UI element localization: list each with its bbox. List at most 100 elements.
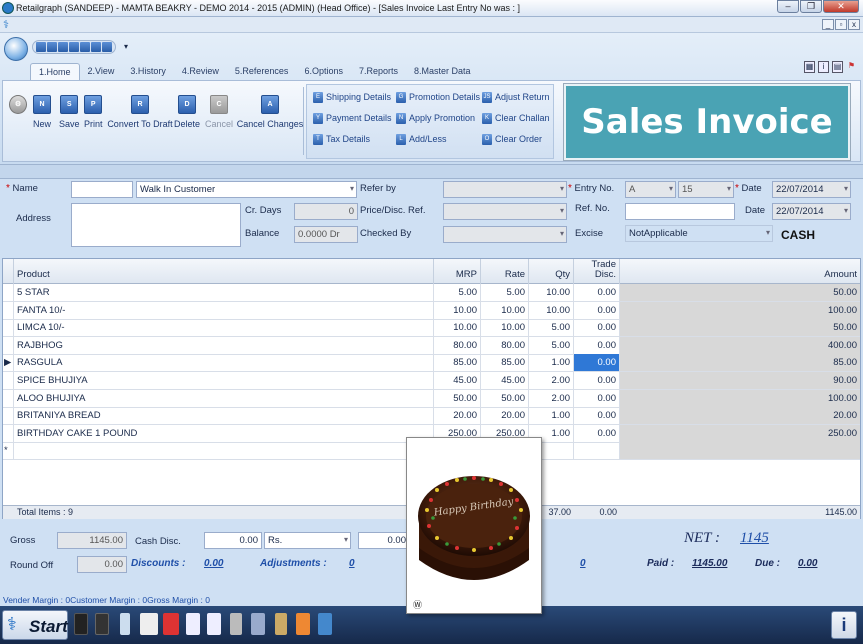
app-menu-orb[interactable] [4, 37, 28, 61]
cell-product[interactable]: SPICE BHUJIYA [14, 372, 434, 389]
cell-mrp[interactable]: 10.00 [434, 319, 481, 337]
save-button[interactable]: S Save [59, 95, 80, 139]
cell-amount[interactable]: 50.00 [620, 319, 860, 337]
delete-button[interactable]: D Delete [174, 95, 200, 139]
table-row[interactable]: ▶ RASGULA 85.00 85.00 1.00 0.00 85.00 [3, 354, 860, 373]
add-less-button[interactable]: L Add/Less [396, 132, 447, 146]
tab-references[interactable]: 5.References [227, 63, 297, 80]
cell-disc[interactable]: 0.00 [574, 407, 620, 425]
cell-product[interactable]: RASGULA [14, 354, 434, 372]
checked-by-combo[interactable] [443, 226, 567, 243]
table-row[interactable]: FANTA 10/- 10.00 10.00 10.00 0.00 100.00 [3, 301, 860, 320]
tab-master-data[interactable]: 8.Master Data [406, 63, 479, 80]
phone-icon[interactable] [95, 613, 109, 635]
cell-amount[interactable] [620, 442, 860, 460]
cell-rate[interactable]: 50.00 [481, 389, 529, 407]
cell-disc[interactable]: 0.00 [574, 336, 620, 354]
qat-dropdown-icon[interactable]: ▾ [124, 42, 128, 51]
cell-product[interactable]: BIRTHDAY CAKE 1 POUND [14, 424, 434, 442]
tab-options[interactable]: 6.Options [296, 63, 351, 80]
promotion-details-button[interactable]: G Promotion Details [396, 90, 480, 104]
report-icon[interactable] [163, 613, 179, 635]
cell-rate[interactable]: 20.00 [481, 407, 529, 425]
excise-combo[interactable]: NotApplicable [625, 225, 773, 242]
table-row[interactable]: 5 STAR 5.00 5.00 10.00 0.00 50.00 [3, 284, 860, 302]
cell-qty[interactable]: 2.00 [529, 372, 574, 389]
tab-reports[interactable]: 7.Reports [351, 63, 406, 80]
cell-mrp[interactable]: 20.00 [434, 407, 481, 425]
address-textarea[interactable] [71, 203, 241, 247]
document-re-icon[interactable] [186, 613, 200, 635]
col-mrp[interactable]: MRP [434, 259, 481, 284]
cell-qty[interactable]: 1.00 [529, 354, 574, 372]
cell-amount[interactable]: 85.00 [620, 354, 860, 372]
print-button[interactable]: P Print [84, 95, 103, 139]
cell-rate[interactable]: 80.00 [481, 336, 529, 354]
row-selector[interactable]: ▶ [3, 354, 14, 372]
round-off-input[interactable]: 0.00 [77, 556, 127, 573]
cell-mrp[interactable]: 10.00 [434, 301, 481, 319]
cell-rate[interactable]: 10.00 [481, 319, 529, 337]
bag-icon[interactable] [275, 613, 287, 635]
cell-disc[interactable]: 0.00 [574, 372, 620, 389]
qat-button[interactable] [58, 42, 68, 52]
cell-disc[interactable]: 0.00 [574, 389, 620, 407]
table-row[interactable]: RAJBHOG 80.00 80.00 5.00 0.00 400.00 [3, 336, 860, 355]
row-selector[interactable] [3, 336, 14, 354]
tab-home[interactable]: 1.Home [30, 63, 80, 80]
cell-mrp[interactable]: 45.00 [434, 372, 481, 389]
cancel-button[interactable]: C Cancel [205, 95, 233, 139]
mobile-app-icon[interactable] [74, 613, 88, 635]
refer-by-combo[interactable] [443, 181, 567, 198]
row-selector[interactable] [3, 407, 14, 425]
cancel-changes-button[interactable]: A Cancel Changes [237, 95, 303, 139]
table-row[interactable]: LIMCA 10/- 10.00 10.00 5.00 0.00 50.00 [3, 319, 860, 338]
printer-icon[interactable] [140, 613, 158, 635]
note-icon[interactable]: ▤ [832, 61, 843, 73]
minimize-button[interactable]: – [777, 0, 799, 13]
cell-product[interactable]: LIMCA 10/- [14, 319, 434, 337]
cell-disc[interactable]: 0.00 [574, 319, 620, 337]
row-selector[interactable] [3, 424, 14, 442]
mdi-restore-button[interactable]: ▫ [835, 19, 847, 30]
row-selector[interactable] [3, 301, 14, 319]
qat-button[interactable] [91, 42, 101, 52]
cell-product[interactable]: FANTA 10/- [14, 301, 434, 319]
row-selector[interactable] [3, 284, 14, 301]
cell-mrp[interactable]: 85.00 [434, 354, 481, 372]
shipping-details-button[interactable]: E Shipping Details [313, 90, 391, 104]
price-disc-combo[interactable] [443, 203, 567, 220]
paid-value[interactable]: 1145.00 [692, 558, 727, 569]
cell-qty[interactable]: 10.00 [529, 301, 574, 319]
date2-picker[interactable]: 22/07/2014 [772, 203, 851, 220]
cell-product[interactable]: RAJBHOG [14, 336, 434, 354]
entry-series-combo[interactable]: A [625, 181, 676, 198]
calculator-icon[interactable]: ▦ [804, 61, 815, 73]
row-selector[interactable] [3, 389, 14, 407]
tab-history[interactable]: 3.History [122, 63, 174, 80]
cell-amount[interactable]: 90.00 [620, 372, 860, 389]
document-pe-icon[interactable] [207, 613, 221, 635]
mdi-close-button[interactable]: x [848, 19, 860, 30]
clear-order-button[interactable]: O Clear Order [482, 132, 542, 146]
convert-to-draft-button[interactable]: R Convert To Draft [107, 95, 173, 139]
col-qty[interactable]: Qty [529, 259, 574, 284]
tab-review[interactable]: 4.Review [174, 63, 227, 80]
cell-mrp[interactable]: 80.00 [434, 336, 481, 354]
cell-amount[interactable]: 50.00 [620, 284, 860, 301]
date-picker[interactable]: 22/07/2014 [772, 181, 851, 198]
row-selector[interactable] [3, 372, 14, 389]
cash-disc-input[interactable]: 0.00 [204, 532, 262, 549]
qat-button[interactable] [102, 42, 112, 52]
cell-product[interactable]: 5 STAR [14, 284, 434, 301]
row-selector[interactable] [3, 319, 14, 337]
payment-details-button[interactable]: Y Payment Details [313, 111, 392, 125]
cell-qty[interactable]: 2.00 [529, 389, 574, 407]
cell-disc[interactable]: 0.00 [574, 424, 620, 442]
apply-promotion-button[interactable]: N Apply Promotion [396, 111, 475, 125]
cell-disc[interactable] [574, 442, 620, 460]
cell-disc[interactable]: 0.00 [574, 354, 620, 372]
other-total-value[interactable]: 0 [580, 558, 586, 569]
exit-icon[interactable]: ⚑ [846, 61, 857, 73]
qat-button[interactable] [80, 42, 90, 52]
